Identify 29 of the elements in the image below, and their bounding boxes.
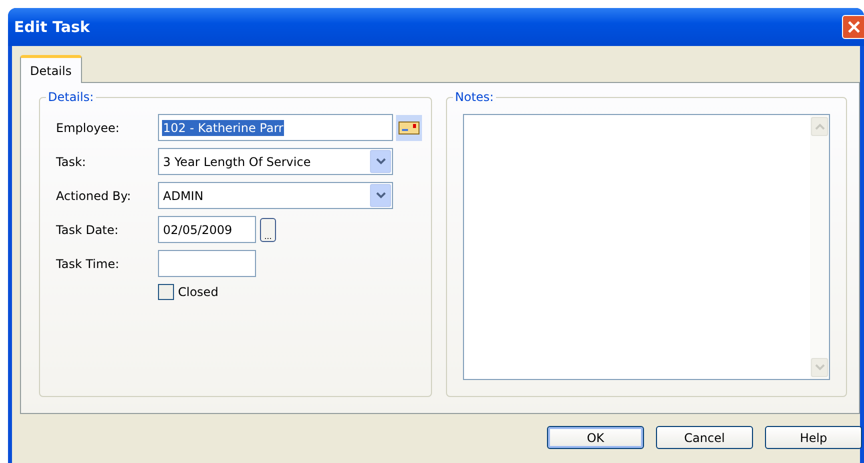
dialog-button[interactable]: Cancel [656, 426, 753, 449]
close-button[interactable] [842, 15, 864, 39]
field-label: Task Time: [56, 256, 120, 270]
input-field[interactable] [158, 250, 256, 277]
checkbox-label: Closed [178, 285, 218, 299]
field-label: Employee: [56, 120, 120, 134]
chevron-down-icon [376, 192, 386, 199]
tab[interactable]: Details [20, 55, 82, 83]
notes-field[interactable] [463, 114, 830, 380]
chevron-down-icon [814, 364, 824, 371]
dialog-button[interactable]: OK [547, 426, 644, 449]
input-field[interactable]: 02/05/2009 [158, 216, 256, 243]
checkbox[interactable] [158, 284, 174, 300]
group-legend: Notes: [453, 90, 496, 104]
dialog-button[interactable]: Help [765, 426, 862, 449]
input-field[interactable]: 102 - Katherine Parr [158, 114, 393, 141]
dropdown[interactable]: 3 Year Length Of Service [158, 148, 393, 175]
group-legend: Details: [46, 90, 96, 104]
field-label: Task: [56, 154, 87, 168]
close-icon [847, 20, 861, 34]
lookup-button[interactable] [396, 114, 422, 140]
window-title: Edit Task [14, 18, 90, 36]
dropdown[interactable]: ADMIN [158, 182, 393, 209]
field-label: Task Date: [56, 222, 120, 236]
card-icon [398, 120, 420, 134]
chevron-down-icon [376, 158, 386, 165]
date-picker-button[interactable]: ... [260, 218, 276, 242]
field-label: Actioned By: [56, 188, 132, 202]
chevron-up-icon [814, 123, 824, 130]
